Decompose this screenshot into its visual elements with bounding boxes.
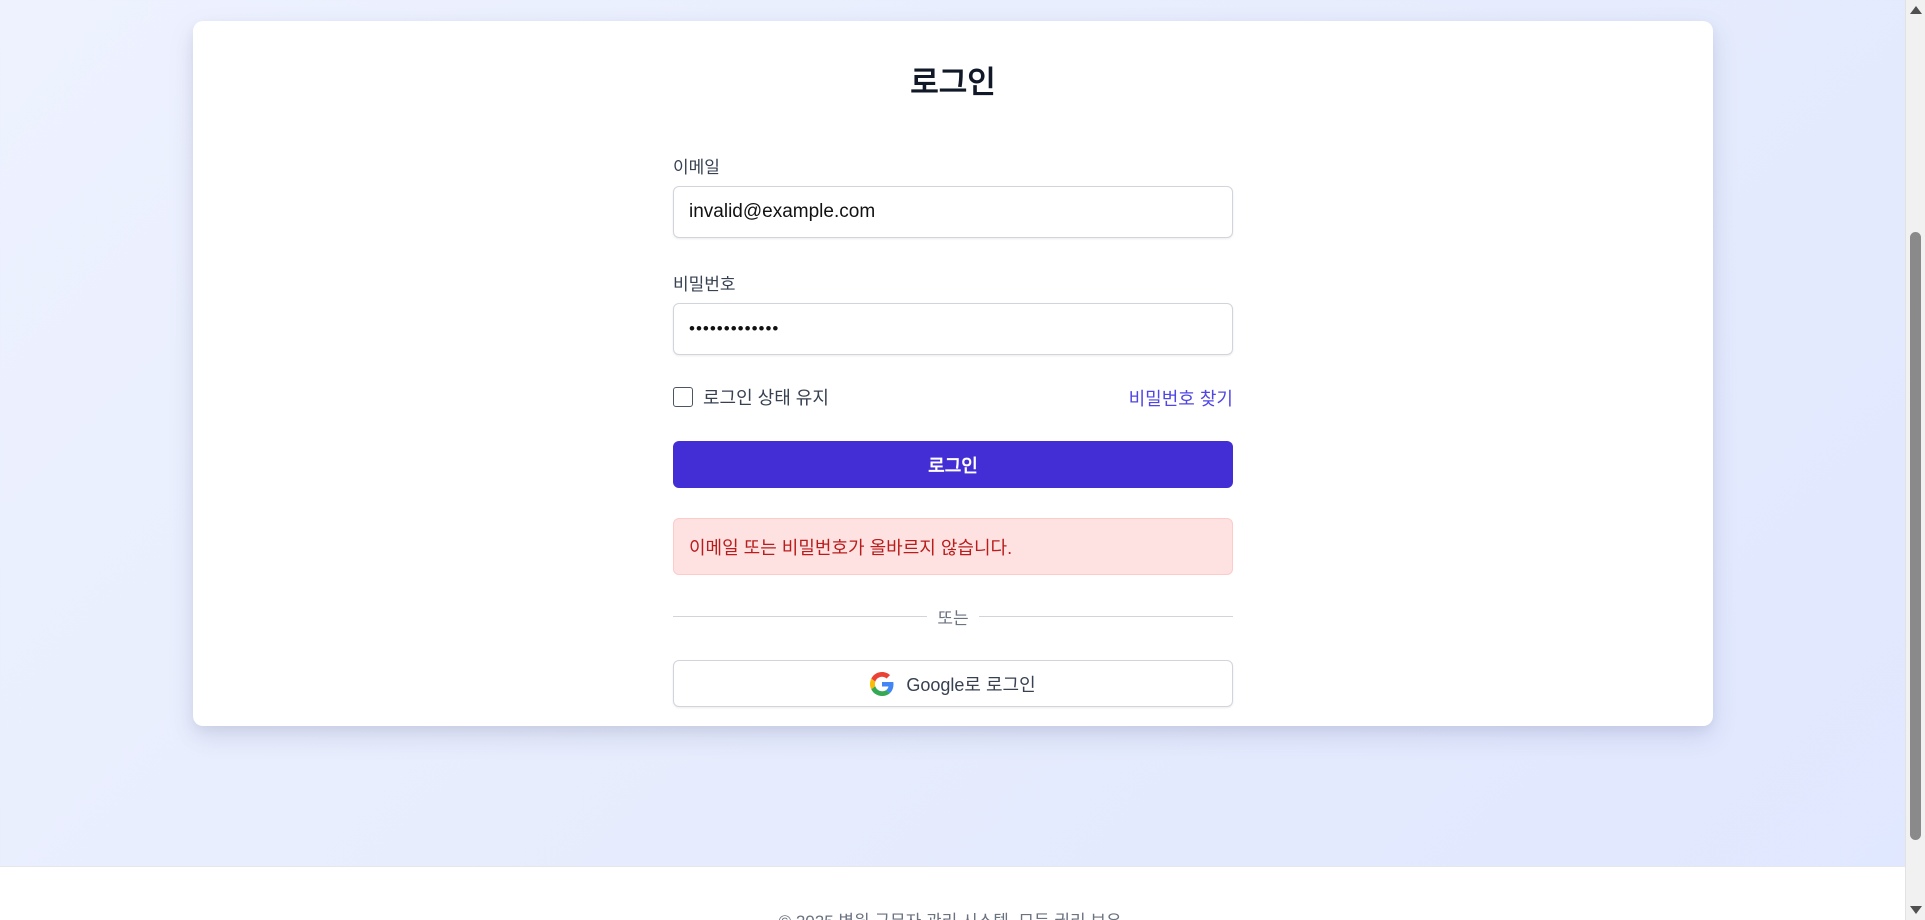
password-label: 비밀번호 [673,275,736,294]
page-title: 로그인 [910,65,996,100]
google-login-label: Google로 로그인 [906,674,1036,695]
scroll-down-icon[interactable] [1910,906,1922,914]
footer-copyright: © 2025 병원 근무자 관리 시스템. 모든 권리 보유. [0,907,1905,920]
google-login-button[interactable]: Google로 로그인 [673,660,1233,707]
page: 로그인 이메일 비밀번호 로그인 상태 유지 비밀번호 찾기 로그인 이메일 또… [0,0,1905,920]
login-button[interactable]: 로그인 [673,441,1233,488]
forgot-password-link[interactable]: 비밀번호 찾기 [1129,385,1233,411]
remember-me[interactable]: 로그인 상태 유지 [673,385,829,409]
or-divider: 또는 [673,605,1233,628]
error-alert: 이메일 또는 비밀번호가 올바르지 않습니다. [673,518,1233,575]
divider-text: 또는 [937,608,969,628]
footer: © 2025 병원 근무자 관리 시스템. 모든 권리 보유. [0,866,1905,920]
google-icon [870,671,894,696]
vertical-scrollbar[interactable] [1905,0,1925,920]
scroll-up-icon[interactable] [1910,6,1922,14]
error-message: 이메일 또는 비밀번호가 올바르지 않습니다. [689,537,1013,558]
password-field[interactable] [673,303,1233,355]
remember-me-label[interactable]: 로그인 상태 유지 [703,384,829,410]
login-card: 로그인 이메일 비밀번호 로그인 상태 유지 비밀번호 찾기 로그인 이메일 또… [193,21,1713,726]
divider-line-left [673,615,928,617]
email-field[interactable] [673,186,1233,238]
email-label: 이메일 [673,158,720,177]
scrollbar-thumb[interactable] [1910,232,1921,840]
remember-me-checkbox[interactable] [673,387,693,407]
divider-line-right [978,615,1233,617]
